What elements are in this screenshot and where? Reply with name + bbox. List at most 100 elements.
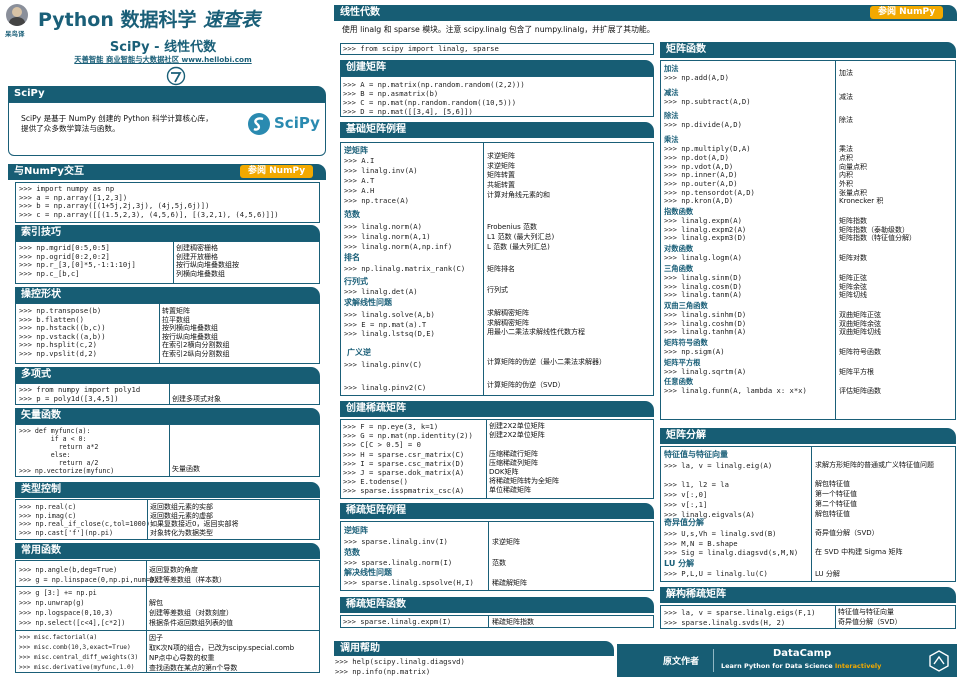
divider xyxy=(147,500,148,539)
common-section-header: 常用函数 xyxy=(15,543,320,559)
basic-desc-inv: 求逆矩阵 求逆矩阵 矩阵转置 共轭转置 计算对角线元素的和 xyxy=(487,152,550,199)
decomp-d2: 奇异值分解（SVD） 在 SVD 中构建 Sigma 矩阵 xyxy=(815,529,903,557)
footer-divider xyxy=(713,649,714,672)
numpy-section-title: 与NumPy交互 xyxy=(14,166,84,177)
type-section-header: 类型控制 xyxy=(15,482,320,498)
basic-desc-pinv: 计算矩阵的伪逆（最小二乘法求解器） 计算矩阵的伪逆（SVD） xyxy=(487,358,606,389)
func-group-desc: 双曲矩阵正弦 双曲矩阵余弦 双曲矩阵切线 xyxy=(839,310,881,337)
sparse-decomp-panel: >>> la, v = sparse.linalg.eigs(F,1) >>> … xyxy=(660,605,956,629)
sparse-d3: 稀疏解矩阵 xyxy=(492,579,527,587)
linalg-section-header: 线性代数 xyxy=(334,5,957,21)
help-section-header: 调用帮助 xyxy=(334,641,614,657)
create-section-title: 创建矩阵 xyxy=(346,62,386,73)
linalg-section-title: 线性代数 xyxy=(340,7,380,18)
func-group-code: >>> np.multiply(D,A) >>> np.dot(A,D) >>>… xyxy=(664,144,755,206)
help-panel: >>> help(scipy.linalg.diagsvd) >>> np.in… xyxy=(334,656,614,677)
type-code-panel: >>> np.real(c) >>> np.imag(c) >>> np.rea… xyxy=(15,499,320,540)
sparse-routines-title: 稀疏矩阵例程 xyxy=(346,505,406,516)
type-code: >>> np.real(c) >>> np.imag(c) >>> np.rea… xyxy=(19,503,150,537)
help-section-title: 调用帮助 xyxy=(340,643,380,654)
see-numpy-badge[interactable]: 参阅 NumPy xyxy=(240,165,314,178)
decomp-c2: >>> U,s,Vh = linalg.svd(B) >>> M,N = B.s… xyxy=(664,529,799,558)
common-code-1: >>> np.angle(b,deg=True) >>> g = np.lins… xyxy=(19,566,159,584)
org-line: 天善智能 商业智能与大数据社区 www.hellobi.com xyxy=(0,55,326,65)
func-group-code: >>> linalg.sinm(D) >>> linalg.cosm(D) >>… xyxy=(664,272,742,300)
common-desc-1: 返回复数的角度 创建等差数组（样本数） xyxy=(149,566,226,584)
basic-h-norm: 范数 xyxy=(344,210,360,219)
cheat-sheet: 呆鸟译 Python 数据科学 速查表 SciPy - 线性代数 天善智能 商业… xyxy=(0,0,963,680)
basic-code-det: >>> linalg.det(A) xyxy=(344,287,418,296)
scipy-intro-text: SciPy 是基于 NumPy 创建的 Python 科学计算核心库， 提供了众… xyxy=(21,114,213,133)
sparse-create-code: >>> F = np.eye(3, k=1) >>> G = np.mat(np… xyxy=(343,422,473,496)
page-title-main: Python 数据科学 xyxy=(38,9,197,31)
index-code: >>> np.mgrid[0:5,0:5] >>> np.ogrid[0:2,0… xyxy=(19,243,136,278)
func-group-desc: 矩阵指数 矩阵指数（泰勒级数） 矩阵指数（特征值分解） xyxy=(839,217,916,243)
sparse-c1: >>> sparse.linalg.inv(I) xyxy=(344,537,448,546)
sparse-routines-panel: 逆矩阵 >>> sparse.linalg.inv(I) 求逆矩阵 范数 >>>… xyxy=(340,521,654,591)
org-name: 天善智能 商业智能与大数据社区 xyxy=(74,55,179,64)
func-group-desc: 减法 xyxy=(839,92,853,101)
divider xyxy=(169,425,170,476)
page-title: Python 数据科学 速查表 xyxy=(38,5,260,32)
sparse-decomp-desc: 特征值与特征向量 奇异值分解（SVD） xyxy=(838,608,902,626)
sparse-h1: 逆矩阵 xyxy=(344,526,368,535)
sparse-routines-section-header: 稀疏矩阵例程 xyxy=(340,503,654,519)
sparse-d2: 范数 xyxy=(492,559,506,567)
divider xyxy=(486,420,487,498)
divider xyxy=(173,242,174,283)
basic-desc-solve: 求解稠密矩阵 求解稠密矩阵 用最小二乘法求解线性代数方程 xyxy=(487,309,585,336)
shape-desc: 转置矩阵 拉平数组 按列横向堆叠数组 按行纵向堆叠数组 在索引2横向分割数组 在… xyxy=(162,307,230,358)
decomp-section-title: 矩阵分解 xyxy=(666,430,706,441)
func-group-code: >>> np.add(A,D) xyxy=(664,73,729,82)
sparse-decomp-code: >>> la, v = sparse.linalg.eigs(F,1) >>> … xyxy=(664,608,816,627)
vec-section-title: 矢量函数 xyxy=(21,410,61,421)
numpy-code-panel: >>> import numpy as np >>> a = np.array(… xyxy=(15,182,320,223)
org-url[interactable]: www.hellobi.com xyxy=(182,55,252,64)
numpy-code: >>> import numpy as np >>> a = np.array(… xyxy=(19,184,279,219)
sparse-c2: >>> sparse.linalg.norm(I) xyxy=(344,558,453,567)
sparse-func-code: >>> sparse.linalg.expm(I) xyxy=(343,617,452,626)
poly-section-header: 多项式 xyxy=(15,367,320,383)
basic-code-pinv: >>> linalg.pinv(C) >>> linalg.pinv2(C) xyxy=(344,360,427,392)
scipy-section-header: SciPy xyxy=(8,86,326,102)
basic-h-solve: 求解线性问题 xyxy=(344,298,392,307)
divider xyxy=(835,61,836,419)
common-code-3: >>> misc.factorial(a) >>> misc.comb(10,3… xyxy=(19,634,139,671)
scipy-intro-panel: SciPy 是基于 NumPy 创建的 Python 科学计算核心库， 提供了众… xyxy=(8,102,326,156)
decomp-h1: 特征值与特征向量 xyxy=(664,450,728,459)
index-code-panel: >>> np.mgrid[0:5,0:5] >>> np.ogrid[0:2,0… xyxy=(15,241,320,284)
common-desc-3: 因子 取K次N项的组合，已改为scipy.special.comb NP点中心导… xyxy=(149,634,295,672)
vec-desc: 矢量函数 xyxy=(172,465,200,473)
basic-desc-rank: 矩阵排名 xyxy=(487,265,515,273)
basic-desc-norm: Frobenius 范数 L1 范数 (最大列汇总) L 范数 (最大列汇总) xyxy=(487,223,555,251)
see-numpy-badge-2[interactable]: 参阅 NumPy xyxy=(870,6,944,19)
index-section-title: 索引技巧 xyxy=(21,227,61,238)
vec-section-header: 矢量函数 xyxy=(15,408,320,424)
sparse-create-panel: >>> F = np.eye(3, k=1) >>> G = np.mat(np… xyxy=(340,419,654,499)
decomp-d3: LU 分解 xyxy=(815,570,840,578)
index-desc: 创建稠密栅格 创建开放栅格 按行纵向堆叠数组按 列横向堆叠数组 xyxy=(176,244,239,278)
create-section-header: 创建矩阵 xyxy=(340,60,654,76)
sparse-decomp-section-header: 解构稀疏矩阵 xyxy=(660,587,956,603)
linalg-intro: 使用 linalg 和 sparse 模块。注意 scipy.linalg 包含… xyxy=(342,25,655,34)
row-divider xyxy=(16,586,319,587)
type-desc: 返回数组元素的实部 返回数组元素的虚部 如果复数接近0，返回实部将 对象转化为数… xyxy=(150,503,239,537)
sparse-h2: 范数 xyxy=(344,548,360,557)
vec-code-panel: >>> def myfunc(a): if a < 0: return a*2 … xyxy=(15,424,320,477)
row-divider xyxy=(16,630,319,631)
divider xyxy=(146,561,147,672)
poly-code: >>> from numpy import poly1d >>> p = pol… xyxy=(19,385,141,403)
index-section-header: 索引技巧 xyxy=(15,225,320,241)
basic-h-pinv: 广义逆 xyxy=(347,348,371,357)
linalg-import-panel: >>> from scipy import linalg, sparse xyxy=(340,43,654,55)
func-group-code: >>> np.subtract(A,D) xyxy=(664,96,751,106)
common-section-title: 常用函数 xyxy=(21,545,61,556)
sparse-create-desc: 创建2X2单位矩阵 创建2X2单位矩阵 压缩稀疏行矩阵 压缩稀疏列矩阵 DOK矩… xyxy=(489,422,559,495)
decomp-c3: >>> P,L,U = linalg.lu(C) xyxy=(664,569,768,578)
tagline-em: Interactively xyxy=(834,662,882,670)
func-group-code: >>> np.divide(A,D) xyxy=(664,120,742,130)
create-code-panel: >>> A = np.matrix(np.random.random((2,2)… xyxy=(340,76,654,117)
divider xyxy=(159,304,160,363)
divider xyxy=(488,522,489,590)
func-group-code: >>> linalg.funm(A, lambda x: x*x) xyxy=(664,386,807,396)
